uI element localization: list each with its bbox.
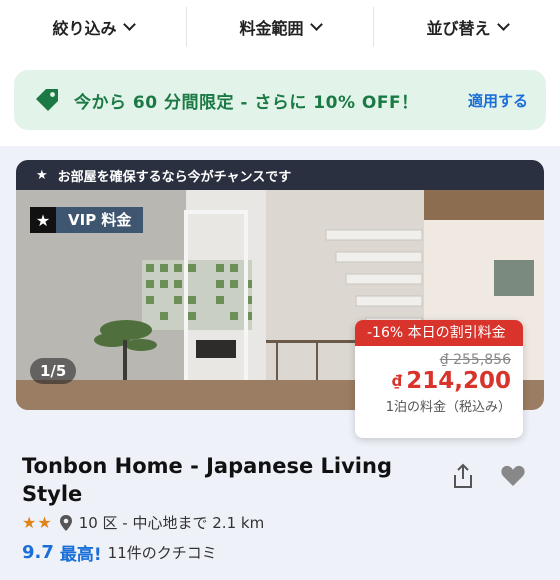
hotel-name[interactable]: Tonbon Home - Japanese Living Style bbox=[22, 452, 422, 508]
star-icon: ★ bbox=[30, 207, 56, 233]
sort-button[interactable]: 並び替え bbox=[374, 7, 560, 47]
discounted-price: ₫ 214,200 bbox=[355, 368, 523, 394]
filter-bar: 絞り込み 料金範囲 並び替え bbox=[0, 0, 560, 54]
apply-promo-link[interactable]: 適用する bbox=[468, 90, 528, 111]
vip-label: VIP 料金 bbox=[56, 207, 144, 233]
discount-badge: -16% 本日の割引料金 bbox=[355, 320, 523, 346]
tag-icon bbox=[36, 89, 58, 111]
urgency-text: お部屋を確保するなら今がチャンスです bbox=[57, 169, 292, 185]
currency-symbol: ₫ bbox=[391, 372, 403, 390]
urgency-banner: ★ お部屋を確保するなら今がチャンスです bbox=[16, 160, 544, 190]
chevron-down-icon bbox=[309, 18, 323, 31]
rating-row: 9.7 最高! 11件のクチコミ bbox=[22, 540, 217, 565]
chevron-down-icon bbox=[122, 18, 136, 31]
sort-label: 並び替え bbox=[426, 19, 491, 38]
location-pin-icon bbox=[59, 514, 72, 531]
photo-counter: 1/5 bbox=[30, 358, 77, 384]
chevron-down-icon bbox=[496, 18, 510, 31]
promo-banner[interactable]: 今から 60 分間限定 - さらに 10% OFF！ 適用する bbox=[14, 70, 546, 130]
star-icon: ★ bbox=[36, 167, 48, 183]
price-note: 1泊の料金（税込み） bbox=[385, 400, 511, 415]
heart-icon[interactable] bbox=[500, 464, 526, 488]
vip-badge: ★ VIP 料金 bbox=[30, 207, 144, 233]
promo-text: 今から 60 分間限定 - さらに 10% OFF！ bbox=[74, 92, 419, 113]
price-amount: 214,200 bbox=[406, 368, 511, 394]
filter-label: 絞り込み bbox=[52, 19, 117, 38]
review-count[interactable]: 11件のクチコミ bbox=[108, 542, 217, 563]
location-text: 10 区 - 中心地まで 2.1 km bbox=[78, 514, 265, 532]
price-range-label: 料金範囲 bbox=[239, 19, 304, 38]
star-rating: ★★ bbox=[22, 513, 53, 532]
review-score: 9.7 bbox=[22, 542, 54, 563]
price-box: -16% 本日の割引料金 ₫ 255,856 ₫ 214,200 1泊の料金（税込… bbox=[355, 320, 523, 438]
review-score-word: 最高! bbox=[59, 545, 102, 565]
price-range-button[interactable]: 料金範囲 bbox=[187, 7, 373, 47]
original-price: ₫ 255,856 bbox=[439, 352, 511, 368]
share-icon[interactable] bbox=[450, 462, 476, 490]
meta-row: ★★ 10 区 - 中心地まで 2.1 km bbox=[22, 512, 264, 533]
filter-button[interactable]: 絞り込み bbox=[0, 7, 186, 47]
